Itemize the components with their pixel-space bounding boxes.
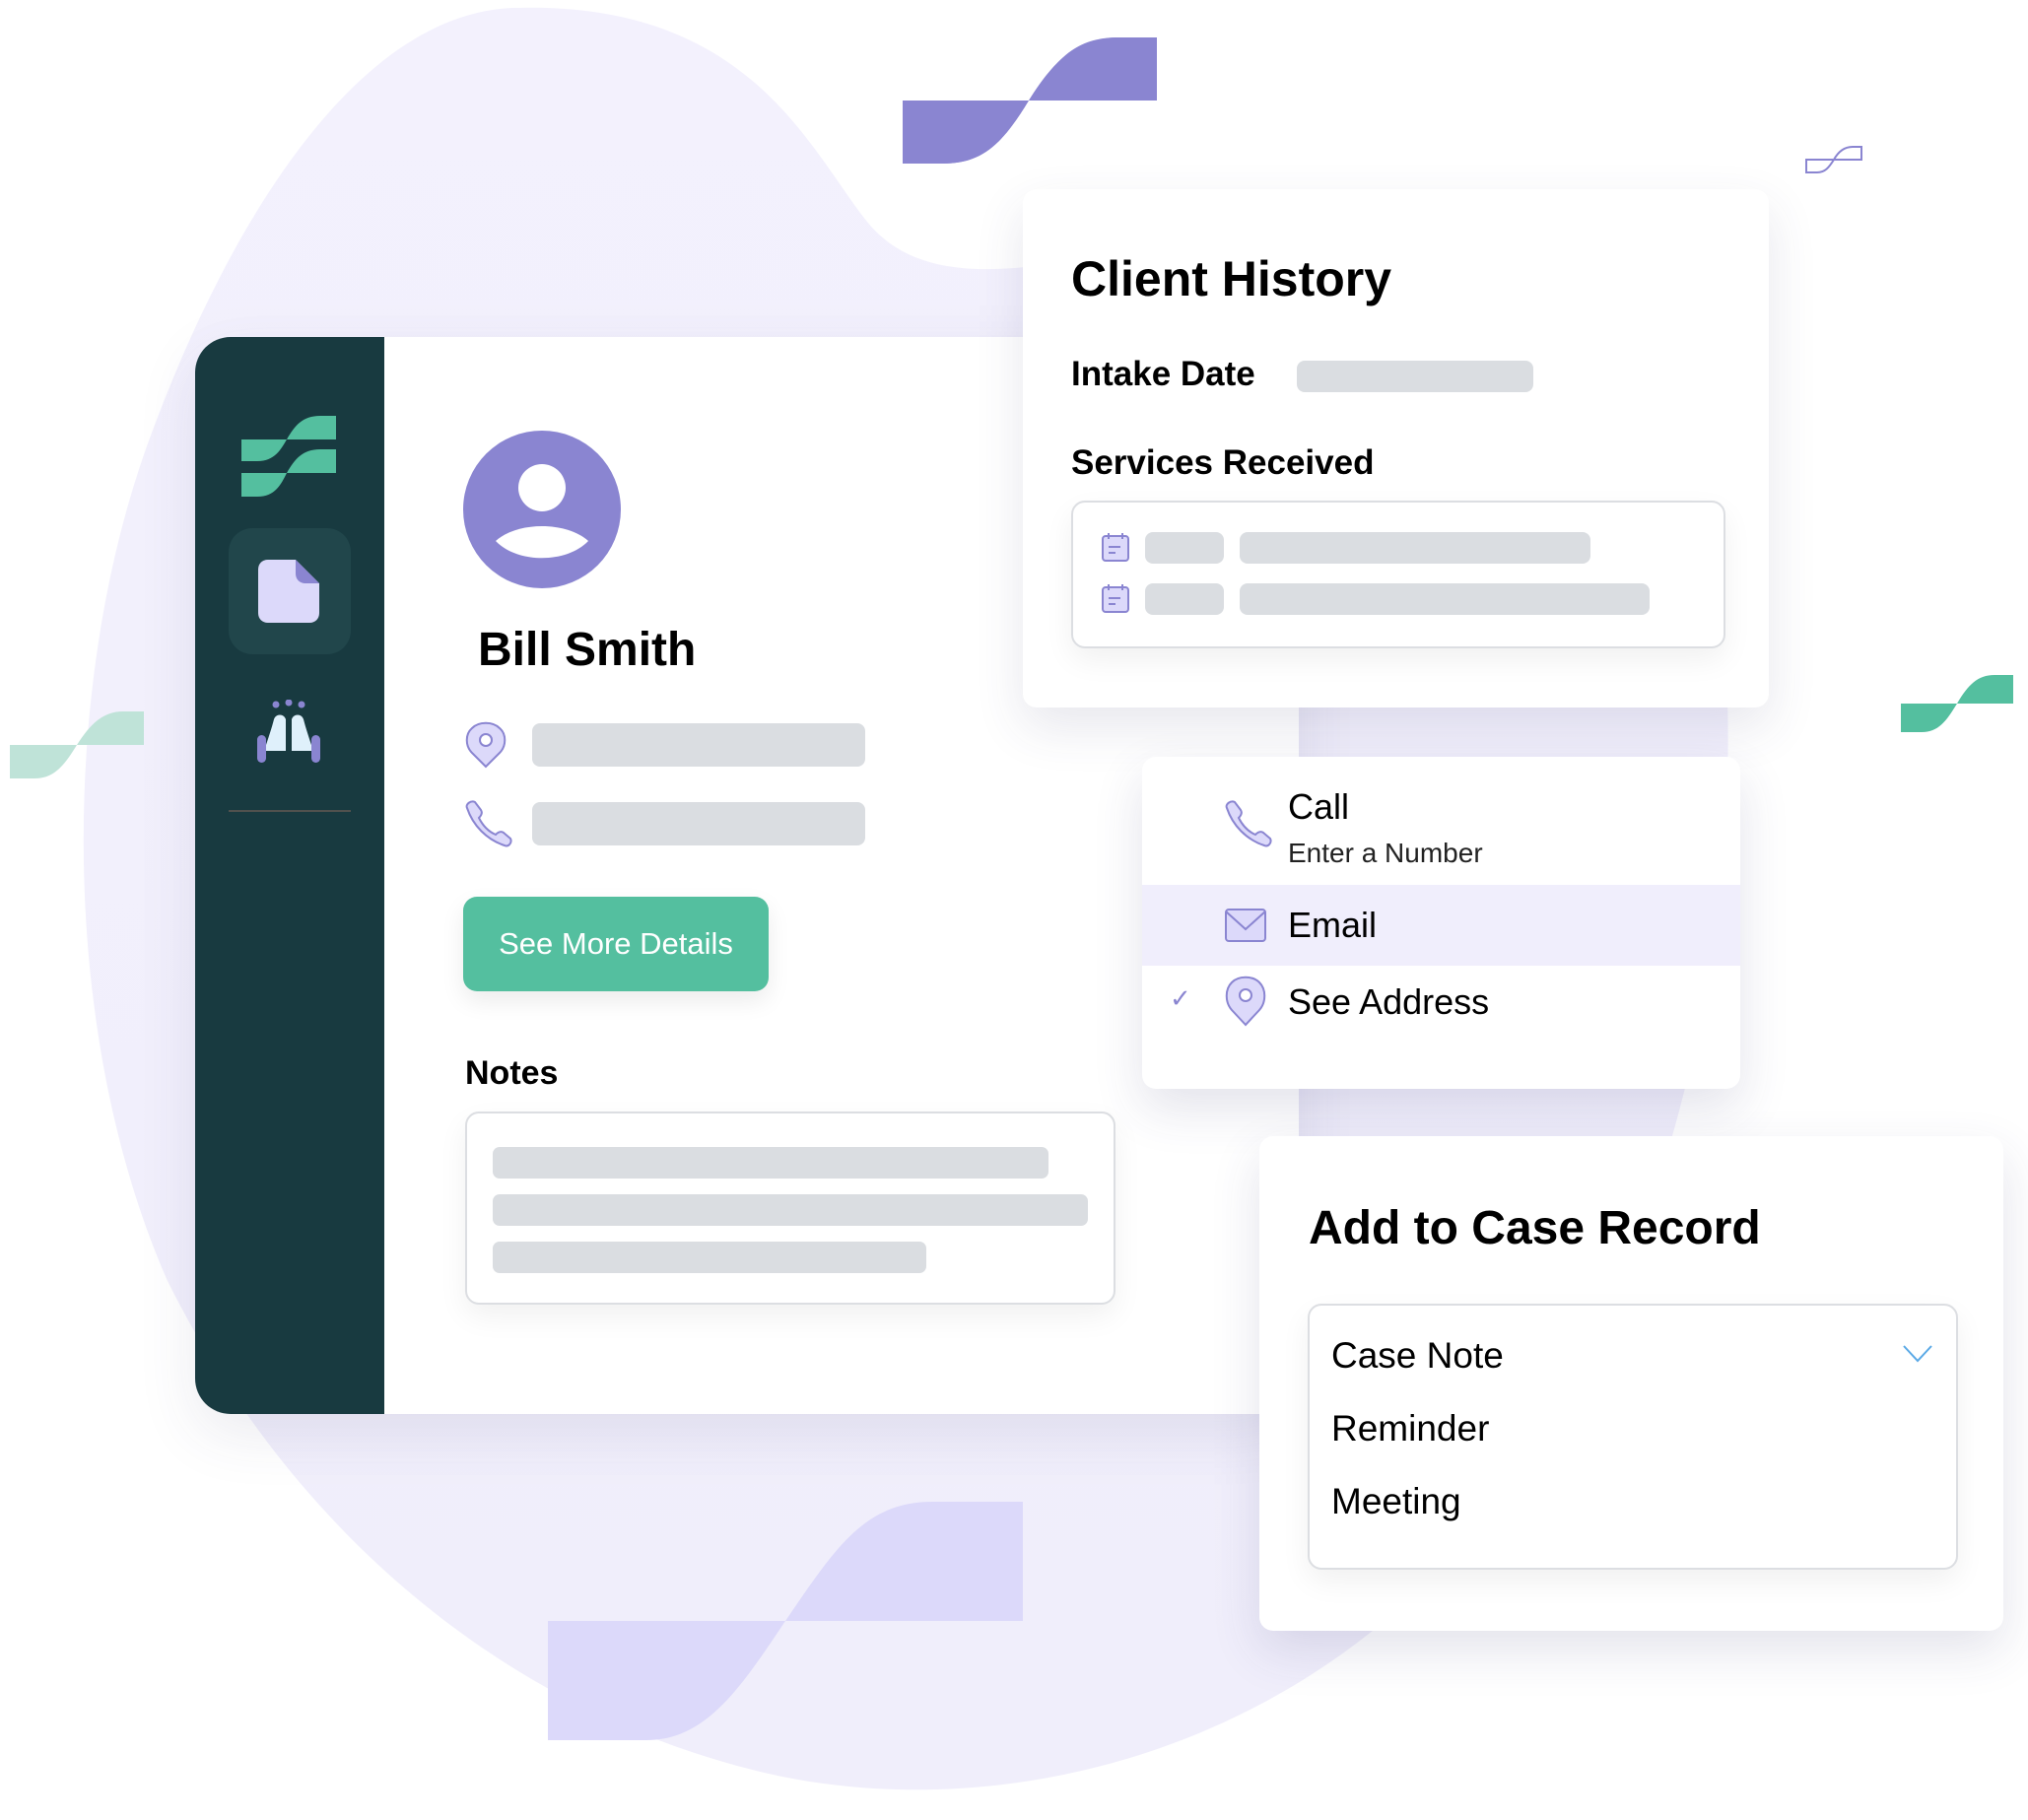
see-more-details-button[interactable]: See More Details	[463, 897, 769, 991]
client-history-card: Client History Intake Date Services Rece…	[1023, 189, 1769, 708]
service-name-placeholder	[1240, 532, 1590, 564]
decor-wave-right-green	[1901, 675, 2013, 732]
notes-label: Notes	[465, 1054, 559, 1092]
intake-date-placeholder	[1297, 361, 1533, 392]
intake-date-label: Intake Date	[1071, 355, 1255, 393]
sidebar	[195, 337, 384, 1414]
notes-line-skeleton	[493, 1194, 1088, 1226]
document-icon	[258, 560, 319, 623]
case-option-case-note[interactable]: Case Note	[1331, 1335, 1504, 1377]
menu-item-call[interactable]: Call Enter a Number	[1142, 757, 1740, 885]
menu-item-email-label: Email	[1288, 905, 1378, 945]
service-name-placeholder	[1240, 583, 1650, 615]
case-option-reminder[interactable]: Reminder	[1331, 1408, 1489, 1449]
location-pin-icon	[1225, 976, 1266, 1027]
high-five-hands-icon[interactable]	[256, 700, 321, 763]
case-record-title: Add to Case Record	[1309, 1202, 1761, 1254]
phone-icon	[1225, 800, 1272, 847]
client-history-title: Client History	[1071, 251, 1392, 306]
service-item[interactable]	[1101, 532, 1712, 564]
services-list	[1071, 501, 1725, 648]
calendar-icon	[1102, 533, 1129, 562]
user-avatar-icon	[463, 431, 621, 588]
service-date-placeholder	[1145, 583, 1224, 615]
sidebar-divider	[229, 810, 351, 812]
mail-icon	[1225, 909, 1266, 942]
menu-item-see-address-label: See Address	[1288, 981, 1490, 1022]
notes-line-skeleton	[493, 1242, 926, 1273]
decor-wave-top	[903, 37, 1157, 164]
service-item[interactable]	[1101, 583, 1712, 615]
contact-menu: Call Enter a Number Email ✓ See Address	[1142, 757, 1740, 1089]
address-placeholder	[532, 723, 865, 767]
location-pin-icon	[465, 721, 507, 769]
service-date-placeholder	[1145, 532, 1224, 564]
calendar-icon	[1102, 584, 1129, 613]
address-field	[463, 721, 877, 769]
brand-logo-icon	[241, 416, 336, 497]
menu-item-see-address[interactable]: ✓ See Address	[1142, 966, 1740, 1064]
menu-item-call-sublabel: Enter a Number	[1288, 838, 1483, 868]
phone-field	[463, 800, 877, 847]
phone-icon	[465, 800, 512, 847]
notes-line-skeleton	[493, 1147, 1048, 1179]
case-record-type-select[interactable]: Case Note Reminder Meeting	[1308, 1304, 1958, 1570]
client-name: Bill Smith	[478, 624, 697, 676]
services-received-label: Services Received	[1071, 443, 1375, 482]
decor-wave-bottom	[548, 1502, 1023, 1740]
sidebar-item-documents[interactable]	[229, 528, 351, 654]
chevron-down-icon[interactable]	[1903, 1345, 1932, 1363]
case-option-meeting[interactable]: Meeting	[1331, 1481, 1461, 1522]
add-to-case-record-card: Add to Case Record Case Note Reminder Me…	[1259, 1136, 2003, 1631]
check-icon: ✓	[1170, 983, 1191, 1013]
notes-textarea[interactable]	[465, 1112, 1115, 1305]
menu-item-email[interactable]: Email	[1142, 885, 1740, 966]
decor-wave-small-outline	[1805, 146, 1862, 173]
menu-item-call-label: Call	[1288, 786, 1350, 827]
decor-wave-left-green	[10, 711, 144, 778]
phone-placeholder	[532, 802, 865, 845]
